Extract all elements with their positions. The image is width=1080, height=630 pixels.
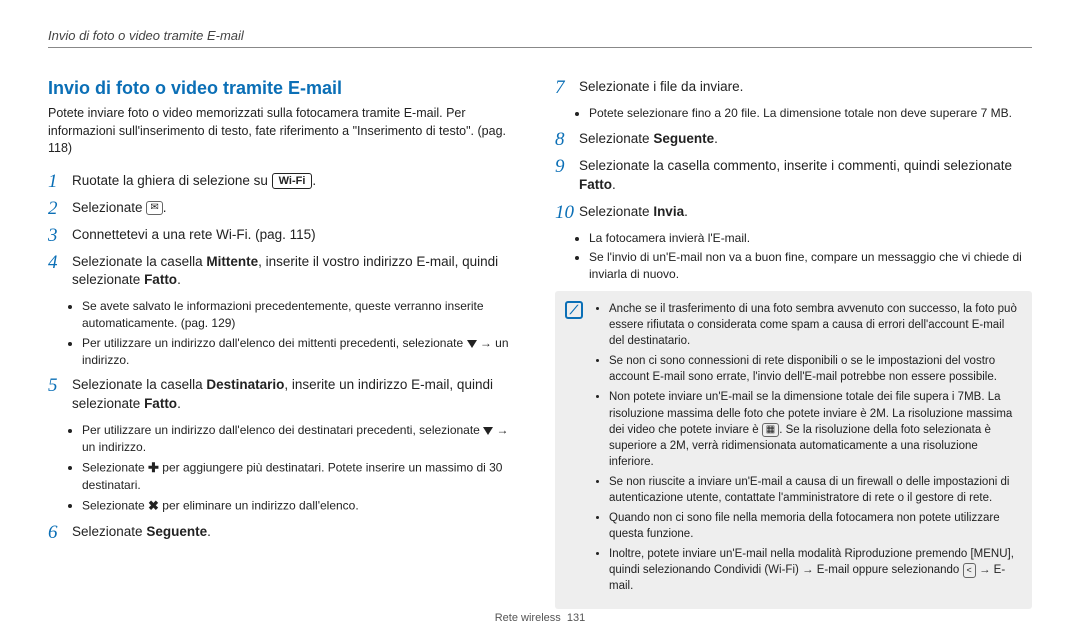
step-number: 4: [48, 253, 64, 291]
step-1: 1 Ruotate la ghiera di selezione su Wi-F…: [48, 172, 525, 191]
step-2: 2 Selezionate ✉.: [48, 199, 525, 218]
page-footer: Rete wireless 131: [0, 612, 1080, 624]
step-text: Selezionate Seguente.: [579, 130, 718, 149]
step-text: Selezionate Invia.: [579, 203, 688, 222]
step-text: Selezionate ✉.: [72, 199, 166, 218]
step-3: 3 Connettetevi a una rete Wi-Fi. (pag. 1…: [48, 226, 525, 245]
list-item: Quando non ci sono file nella memoria de…: [609, 510, 1020, 542]
header-rule: [48, 47, 1032, 48]
list-item: Inoltre, potete inviare un'E-mail nella …: [609, 546, 1020, 594]
list-item: Selezionate ✖ per eliminare un indirizzo…: [82, 497, 525, 515]
note-callout: ⟋ Anche se il trasferimento di una foto …: [555, 291, 1032, 609]
list-item: La fotocamera invierà l'E-mail.: [589, 230, 1032, 247]
step-8: 8 Selezionate Seguente.: [555, 130, 1032, 149]
list-item: Per utilizzare un indirizzo dall'elenco …: [82, 335, 525, 369]
step-number: 8: [555, 130, 571, 149]
footer-page-number: 131: [567, 612, 585, 624]
step-number: 10: [555, 203, 571, 222]
step-number: 6: [48, 523, 64, 542]
list-item: Selezionate ✚ per aggiungere più destina…: [82, 459, 525, 494]
step-7-sublist: Potete selezionare fino a 20 file. La di…: [589, 105, 1032, 122]
step-text: Selezionate i file da inviare.: [579, 78, 743, 97]
footer-section: Rete wireless: [495, 612, 561, 624]
step-6: 6 Selezionate Seguente.: [48, 523, 525, 542]
intro-paragraph: Potete inviare foto o video memorizzati …: [48, 105, 525, 158]
step-number: 7: [555, 78, 571, 97]
note-icon: ⟋: [565, 301, 583, 319]
step-text: Selezionate la casella commento, inserit…: [579, 157, 1032, 195]
step-text: Selezionate la casella Mittente, inserit…: [72, 253, 525, 291]
step-number: 1: [48, 172, 64, 191]
list-item: Se non riuscite a inviare un'E-mail a ca…: [609, 474, 1020, 506]
step-number: 2: [48, 199, 64, 218]
list-item: Non potete inviare un'E-mail se la dimen…: [609, 389, 1020, 469]
step-10-sublist: La fotocamera invierà l'E-mail. Se l'inv…: [589, 230, 1032, 283]
step-text: Selezionate Seguente.: [72, 523, 211, 542]
wifi-icon: Wi-Fi: [272, 173, 313, 189]
list-item: Se avete salvato le informazioni precede…: [82, 298, 525, 332]
section-heading: Invio di foto o video tramite E-mail: [48, 78, 525, 99]
step-text: Connettetevi a una rete Wi-Fi. (pag. 115…: [72, 226, 316, 245]
running-header: Invio di foto o video tramite E-mail: [48, 28, 1032, 43]
content-columns: Invio di foto o video tramite E-mail Pot…: [48, 78, 1032, 609]
email-app-icon: ✉: [146, 201, 162, 215]
list-item: Se l'invio di un'E-mail non va a buon fi…: [589, 249, 1032, 283]
step-number: 9: [555, 157, 571, 195]
step-number: 5: [48, 376, 64, 414]
step-5: 5 Selezionate la casella Destinatario, i…: [48, 376, 525, 414]
share-icon: <: [963, 563, 976, 578]
chevron-down-icon: [467, 340, 477, 348]
close-icon: ✖: [148, 497, 159, 515]
step-number: 3: [48, 226, 64, 245]
chevron-down-icon: [483, 427, 493, 435]
step-text: Ruotate la ghiera di selezione su Wi-Fi.: [72, 172, 316, 191]
list-item: Se non ci sono connessioni di rete dispo…: [609, 353, 1020, 385]
list-item: Anche se il trasferimento di una foto se…: [609, 301, 1020, 349]
right-column: 7 Selezionate i file da inviare. Potete …: [555, 78, 1032, 609]
note-list: Anche se il trasferimento di una foto se…: [609, 301, 1020, 599]
video-res-icon: ▦: [762, 423, 779, 437]
step-9: 9 Selezionate la casella commento, inser…: [555, 157, 1032, 195]
plus-icon: ✚: [148, 459, 159, 477]
step-4-sublist: Se avete salvato le informazioni precede…: [82, 298, 525, 368]
step-text: Selezionate la casella Destinatario, ins…: [72, 376, 525, 414]
left-column: Invio di foto o video tramite E-mail Pot…: [48, 78, 525, 609]
list-item: Per utilizzare un indirizzo dall'elenco …: [82, 422, 525, 456]
step-10: 10 Selezionate Invia.: [555, 203, 1032, 222]
step-7: 7 Selezionate i file da inviare.: [555, 78, 1032, 97]
step-5-sublist: Per utilizzare un indirizzo dall'elenco …: [82, 422, 525, 515]
list-item: Potete selezionare fino a 20 file. La di…: [589, 105, 1032, 122]
step-4: 4 Selezionate la casella Mittente, inser…: [48, 253, 525, 291]
